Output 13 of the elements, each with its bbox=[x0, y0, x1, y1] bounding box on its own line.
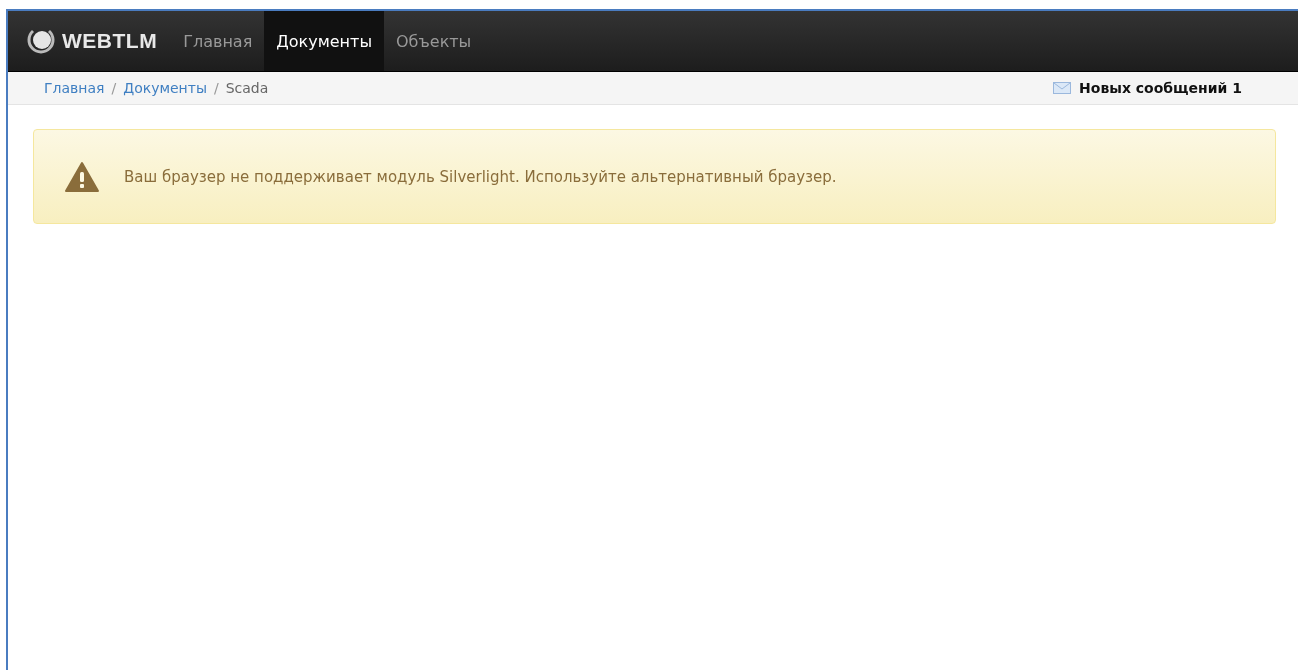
nav-tab[interactable]: Объекты bbox=[384, 11, 484, 71]
nav-tab[interactable]: Главная bbox=[171, 11, 265, 71]
breadcrumb-separator: / bbox=[214, 80, 219, 96]
breadcrumb-separator: / bbox=[111, 80, 117, 96]
brand-name[interactable]: WEBTLM bbox=[62, 29, 158, 53]
alert-message: Ваш браузер не поддерживает модуль Silverlight. Используйте альтернативный браузер. bbox=[124, 167, 837, 186]
breadcrumb-current: Scada bbox=[225, 80, 269, 96]
breadcrumb-link[interactable]: Документы bbox=[123, 80, 207, 96]
nav-tab[interactable]: Документы bbox=[264, 11, 384, 71]
warning-icon bbox=[64, 160, 100, 193]
messages-link[interactable]: Новых сообщений 1 bbox=[1079, 80, 1242, 96]
breadcrumb-link[interactable]: Главная bbox=[44, 80, 105, 96]
envelope-icon bbox=[1053, 82, 1072, 94]
